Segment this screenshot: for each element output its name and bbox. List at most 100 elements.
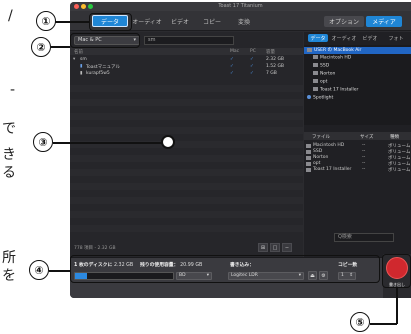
list-item-size: --	[362, 161, 366, 166]
row-stripe	[70, 155, 303, 162]
callout-5: ⑤	[350, 312, 370, 332]
tree-item[interactable]: SSD	[304, 63, 411, 70]
tree-item-label: opt	[320, 79, 328, 85]
mac-check[interactable]: ✓	[230, 71, 234, 76]
row-stripe	[70, 113, 303, 120]
callout-3: ③	[33, 132, 53, 152]
drive-icon	[313, 87, 318, 91]
callout-leader	[55, 21, 89, 23]
disclosure-icon[interactable]: ▾	[73, 57, 75, 62]
tree-item[interactable]: opt	[304, 79, 411, 86]
tree-item-label: USER の MacBook Air	[314, 48, 362, 53]
row-stripe	[70, 211, 303, 218]
callout-1: ①	[36, 11, 56, 31]
tree-item[interactable]: Macintosh HD	[304, 55, 411, 62]
pc-check[interactable]: ✓	[250, 64, 254, 69]
add-file-button[interactable]: □	[270, 243, 280, 252]
col-pc[interactable]: PC	[250, 49, 256, 54]
callout-leader	[396, 288, 398, 324]
doc-text-fragment: 所	[2, 250, 16, 266]
callout-2: ②	[31, 37, 51, 57]
media-search-input[interactable]: Q検索	[334, 233, 394, 242]
col-kind[interactable]: 種類	[390, 134, 399, 140]
list-item[interactable]: Toast 17 Installer -- ボリューム	[304, 167, 411, 173]
list-item-size: --	[362, 143, 366, 148]
col-name[interactable]: 名前	[74, 49, 83, 55]
new-folder-button[interactable]: ⊞	[258, 243, 268, 252]
table-row[interactable]: ▾ sm ✓ ✓ 2.32 GB	[70, 57, 303, 63]
disc-name-input[interactable]: sm	[144, 36, 234, 45]
row-name: Toastマニュアル	[86, 65, 120, 70]
highlight-frame	[89, 13, 132, 31]
doc-text-fragment: き	[2, 147, 16, 163]
row-name: kurapf5w5	[86, 71, 110, 76]
highlight-frame	[70, 33, 140, 48]
list-item-size: --	[362, 167, 366, 172]
tab-audio[interactable]: オーディオ	[130, 15, 164, 27]
drive-icon	[306, 144, 311, 148]
media-tab-data[interactable]: データ	[308, 34, 328, 42]
tree-item-label: Macintosh HD	[320, 55, 352, 61]
table-row[interactable]: ▮ Toastマニュアル ✓ ✓ 1.52 GB	[70, 64, 303, 70]
remove-button[interactable]: −	[282, 243, 292, 252]
list-item-name: Macintosh HD	[313, 143, 345, 148]
list-item-name: SSD	[313, 149, 323, 154]
drive-icon	[306, 162, 311, 166]
highlight-frame	[70, 255, 380, 283]
tree-item[interactable]: Toast 17 Installer	[304, 87, 411, 94]
callout-4: ④	[29, 260, 49, 280]
drive-icon	[313, 79, 318, 83]
media-tab-photo[interactable]: フォト	[382, 34, 410, 42]
doc-text-fragment: で	[2, 121, 16, 137]
list-item-size: --	[362, 155, 366, 160]
row-size: 7 GB	[266, 71, 277, 76]
col-file-size[interactable]: サイズ	[360, 134, 373, 140]
drive-icon	[306, 156, 311, 160]
highlight-frame	[382, 254, 411, 288]
col-file[interactable]: ファイル	[312, 134, 330, 140]
media-tab-audio[interactable]: オーディオ	[330, 34, 358, 42]
folder-icon: ▮	[80, 64, 83, 69]
list-item-name: opt	[313, 161, 321, 166]
target-dot	[161, 135, 175, 149]
tree-item[interactable]: Spotlight	[304, 95, 411, 102]
tab-media[interactable]: メディア	[366, 16, 402, 27]
tree-item-label: Toast 17 Installer	[320, 87, 359, 93]
doc-text-fragment: る	[2, 165, 16, 181]
row-size: 1.52 GB	[266, 64, 285, 69]
tab-convert[interactable]: 変換	[230, 15, 258, 27]
table-row[interactable]: ▮ kurapf5w5 ✓ ✓ 7 GB	[70, 71, 303, 77]
tree-item[interactable]: Norton	[304, 71, 411, 78]
contents-header: 名前 Mac PC 容量	[70, 48, 303, 55]
tab-options[interactable]: オプション	[324, 16, 364, 27]
drive-icon	[306, 150, 311, 154]
drive-icon	[313, 55, 318, 59]
media-browser-pane: データ オーディオ ビデオ フォト USER の MacBook Air Mac…	[304, 32, 411, 257]
row-stripe	[70, 169, 303, 176]
media-list-header: ファイル サイズ 種類	[304, 132, 411, 140]
tree-item[interactable]: USER の MacBook Air	[304, 47, 411, 54]
title-bar: Toast 17 Titanium	[70, 2, 411, 11]
row-stripe	[70, 85, 303, 92]
callout-leader	[49, 270, 70, 272]
pc-check[interactable]: ✓	[250, 57, 254, 62]
mac-check[interactable]: ✓	[230, 57, 234, 62]
doc-text-fragment: -	[10, 82, 16, 98]
drive-icon	[313, 63, 318, 67]
col-size[interactable]: 容量	[266, 49, 275, 55]
mac-check[interactable]: ✓	[230, 64, 234, 69]
row-stripe	[70, 183, 303, 190]
tab-video[interactable]: ビデオ	[166, 15, 194, 27]
tab-copy[interactable]: コピー	[198, 15, 226, 27]
spotlight-icon	[307, 95, 311, 99]
row-name: sm	[80, 57, 87, 62]
media-tab-video[interactable]: ビデオ	[360, 34, 380, 42]
col-mac[interactable]: Mac	[230, 49, 239, 54]
callout-leader	[51, 46, 70, 48]
tree-item-label: SSD	[320, 63, 330, 69]
list-item-size: --	[362, 149, 366, 154]
window-title: Toast 17 Titanium	[218, 3, 263, 9]
pc-check[interactable]: ✓	[250, 71, 254, 76]
media-tabs: データ オーディオ ビデオ フォト	[304, 34, 411, 43]
tree-item-label: Spotlight	[313, 95, 334, 101]
